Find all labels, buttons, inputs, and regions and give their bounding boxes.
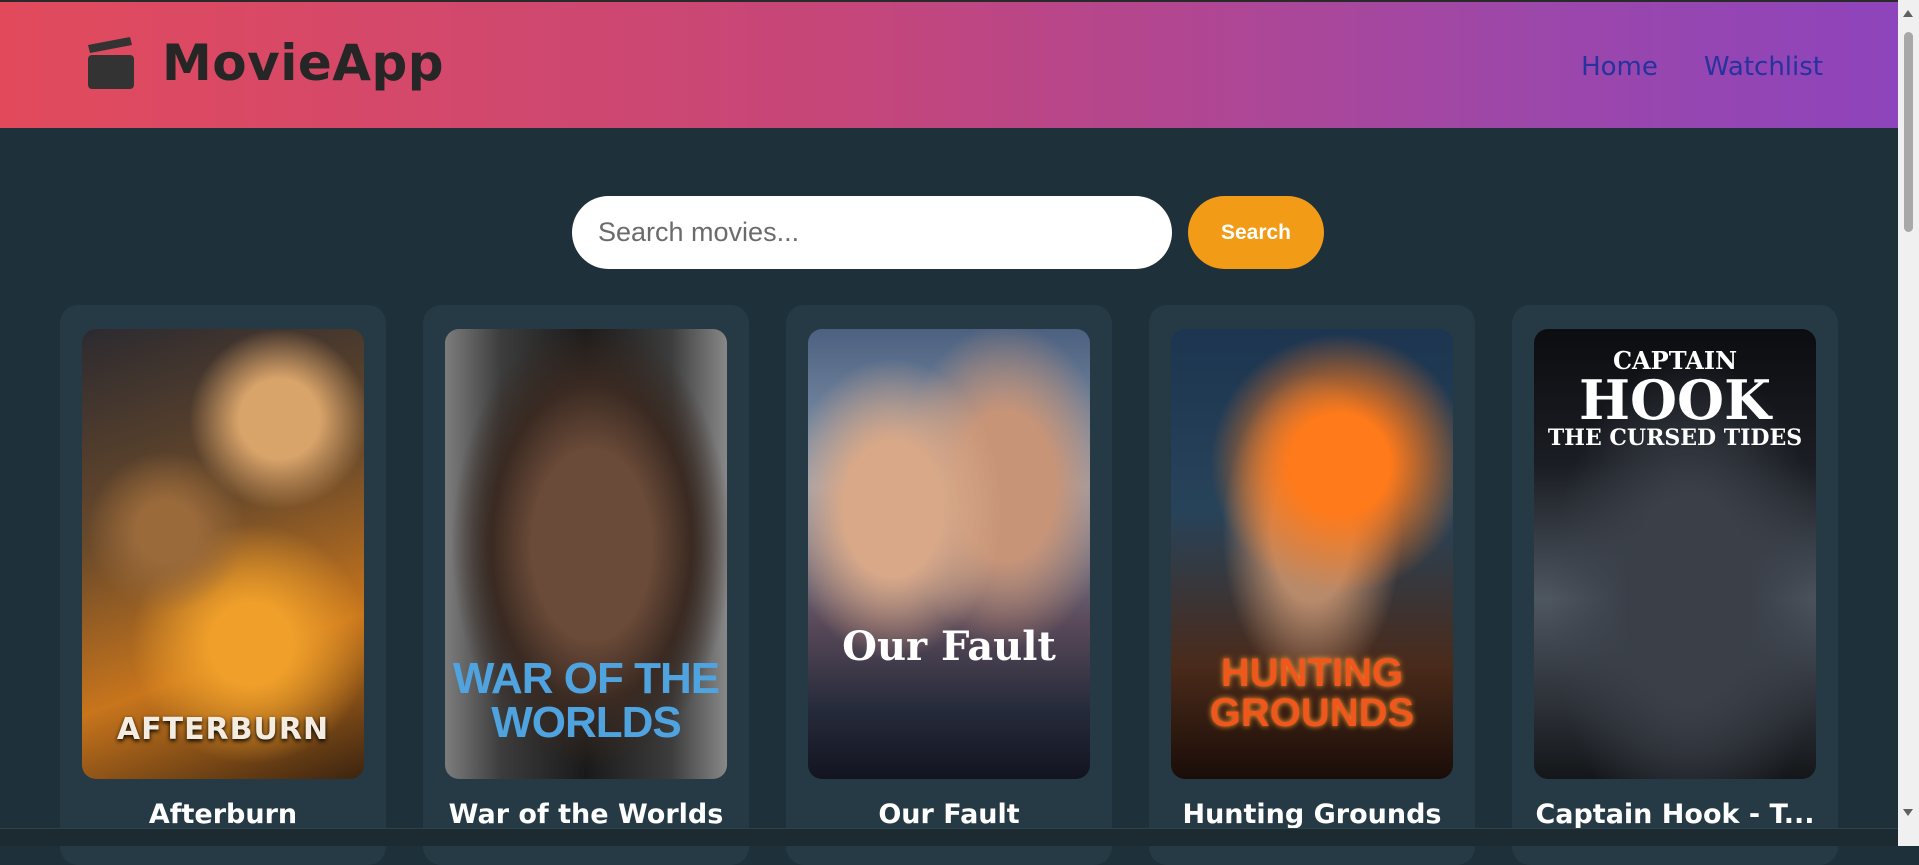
scroll-up-icon[interactable]: [1903, 10, 1913, 17]
movie-title: Afterburn: [60, 799, 386, 830]
movie-poster[interactable]: Our Fault: [808, 329, 1090, 779]
movie-grid: AFTERBURN Afterburn WAR OF THE WORLDS Wa…: [60, 305, 1838, 865]
poster-title-text: HUNTING GROUNDS: [1171, 653, 1453, 779]
taskbar-strip: [0, 828, 1898, 846]
poster-title-line: HOOK: [1534, 373, 1816, 427]
page-scrollbar[interactable]: [1898, 0, 1919, 846]
movie-card[interactable]: CAPTAIN HOOK THE CURSED TIDES Captain Ho…: [1512, 305, 1838, 865]
nav-home-link[interactable]: Home: [1581, 52, 1658, 82]
movie-poster[interactable]: WAR OF THE WORLDS: [445, 329, 727, 779]
poster-title-text: Our Fault: [808, 627, 1090, 779]
movie-poster[interactable]: CAPTAIN HOOK THE CURSED TIDES: [1534, 329, 1816, 779]
search-bar: Search: [572, 196, 1324, 269]
search-input[interactable]: [572, 196, 1172, 269]
movie-title: Hunting Grounds: [1149, 799, 1475, 830]
movie-poster[interactable]: HUNTING GROUNDS: [1171, 329, 1453, 779]
movie-poster[interactable]: AFTERBURN: [82, 329, 364, 779]
main-nav: Home Watchlist: [1581, 52, 1823, 82]
movie-title: War of the Worlds: [423, 799, 749, 830]
app-header: MovieApp Home Watchlist: [0, 0, 1898, 128]
poster-title-text: CAPTAIN HOOK THE CURSED TIDES: [1534, 329, 1816, 449]
poster-title-text: WAR OF THE WORLDS: [445, 657, 727, 779]
movie-card[interactable]: Our Fault Our Fault: [786, 305, 1112, 865]
scrollbar-thumb[interactable]: [1904, 32, 1913, 232]
movie-card[interactable]: AFTERBURN Afterburn: [60, 305, 386, 865]
nav-watchlist-link[interactable]: Watchlist: [1704, 52, 1823, 82]
clapperboard-icon: [86, 35, 136, 91]
movie-card[interactable]: WAR OF THE WORLDS War of the Worlds: [423, 305, 749, 865]
movie-card[interactable]: HUNTING GROUNDS Hunting Grounds: [1149, 305, 1475, 865]
brand[interactable]: MovieApp: [86, 34, 444, 92]
movie-title: Our Fault: [786, 799, 1112, 830]
search-button[interactable]: Search: [1188, 196, 1324, 269]
poster-title-text: AFTERBURN: [82, 715, 364, 779]
app-title: MovieApp: [162, 34, 444, 92]
movie-title: Captain Hook - T...: [1512, 799, 1838, 830]
scroll-down-icon[interactable]: [1903, 809, 1913, 816]
poster-title-line: THE CURSED TIDES: [1534, 427, 1816, 449]
